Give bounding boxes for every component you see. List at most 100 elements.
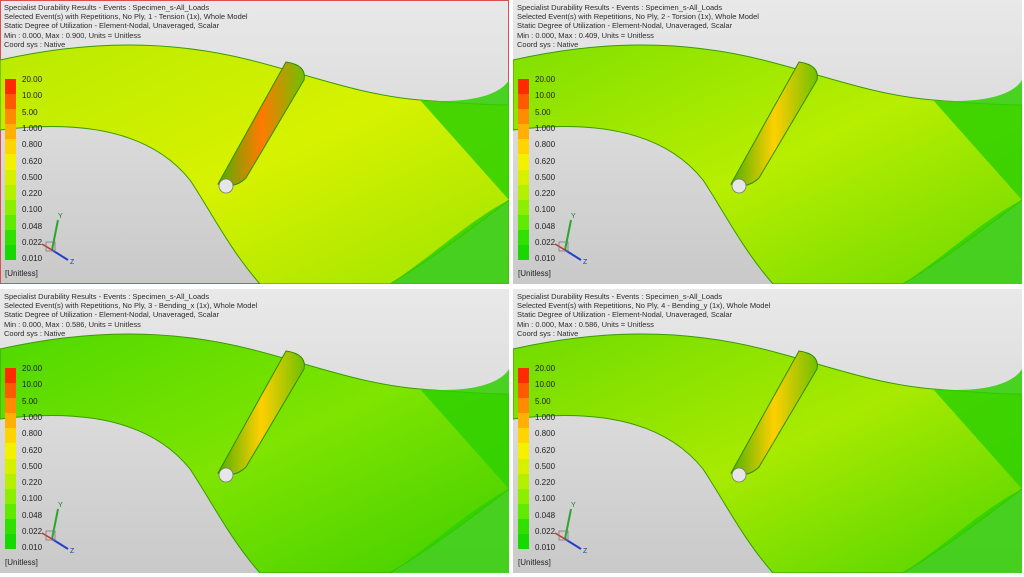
legend-swatch [518, 443, 529, 459]
header-line: Min : 0.000, Max : 0.900, Units = Unitle… [4, 30, 141, 40]
legend-swatch [518, 398, 529, 414]
legend-color-bar [5, 79, 16, 261]
header-line: Static Degree of Utilization - Element-N… [4, 21, 220, 31]
header-line: Specialist Durability Results - Events :… [517, 3, 723, 12]
legend-swatch [5, 443, 16, 459]
triad-y-label: Y [58, 213, 63, 220]
legend-swatch [518, 229, 529, 246]
viewport-bending-y[interactable]: Specialist Durability Results - Events :… [513, 289, 1022, 573]
groove-hole [218, 178, 234, 194]
legend-label: 1.000 [22, 412, 43, 422]
result-header: Specialist Durability Results - Events :… [4, 292, 257, 338]
legend-label: 0.620 [22, 445, 43, 455]
legend-label: 0.500 [22, 461, 43, 471]
legend-swatch [5, 533, 16, 550]
legend-swatch [5, 214, 16, 231]
legend-swatch [518, 488, 529, 505]
legend-swatch [518, 428, 529, 444]
header-line: Static Degree of Utilization - Element-N… [517, 21, 733, 31]
legend-label: 0.220 [535, 189, 556, 199]
viewport-torsion[interactable]: Specialist Durability Results - Events :… [513, 0, 1022, 284]
header-line: Coord sys : Native [517, 328, 579, 338]
viewport-bending-x[interactable]: Specialist Durability Results - Events :… [0, 289, 509, 573]
header-line: Min : 0.000, Max : 0.586, Units = Unitle… [517, 319, 654, 329]
legend-swatch [518, 94, 529, 110]
legend-color-bar [5, 368, 16, 550]
legend-color-bar [518, 368, 529, 550]
legend-label: 10.00 [22, 91, 43, 101]
groove-hole [218, 467, 234, 483]
legend-swatch [5, 109, 16, 125]
legend-unit: [Unitless] [5, 558, 38, 567]
coordinate-triad-icon: YZ [554, 502, 588, 555]
triad-z-label: Z [583, 548, 588, 555]
legend-swatch [518, 383, 529, 399]
legend-swatch [5, 184, 16, 201]
legend-swatch [518, 503, 529, 520]
legend-label: 1.000 [535, 412, 556, 422]
legend-label: 20.00 [535, 75, 556, 84]
legend-label: 0.220 [22, 478, 43, 488]
triad-z-label: Z [70, 548, 75, 555]
legend-label: 10.00 [535, 91, 556, 101]
legend-label: 0.500 [535, 461, 556, 471]
legend-label: 0.800 [535, 140, 556, 150]
legend-label: 10.00 [535, 380, 556, 390]
triad-y-label: Y [58, 502, 63, 509]
result-header: Specialist Durability Results - Events :… [517, 292, 770, 338]
legend-swatch [5, 503, 16, 520]
legend-label: 5.00 [22, 107, 38, 117]
triad-z-label: Z [583, 259, 588, 266]
legend-swatch [5, 458, 16, 475]
header-line: Selected Event(s) with Repetitions, No P… [4, 301, 258, 311]
legend-swatch [518, 199, 529, 216]
legend-swatch [518, 458, 529, 475]
header-line: Min : 0.000, Max : 0.409, Units = Unitle… [517, 30, 654, 40]
legend-swatch [518, 244, 529, 261]
legend-swatch [5, 368, 16, 384]
legend-swatch [518, 109, 529, 125]
legend-swatch [518, 214, 529, 231]
legend-swatch [518, 413, 529, 429]
legend-swatch [5, 79, 16, 95]
legend-swatch [5, 169, 16, 186]
legend-swatch [518, 518, 529, 535]
legend-swatch [5, 154, 16, 170]
result-header: Specialist Durability Results - Events :… [517, 3, 759, 49]
legend-label: 20.00 [22, 75, 43, 84]
legend-label: 0.220 [535, 478, 556, 488]
legend-swatch [5, 518, 16, 535]
legend-unit: [Unitless] [518, 269, 551, 278]
legend-unit: [Unitless] [5, 269, 38, 278]
header-line: Specialist Durability Results - Events :… [4, 292, 210, 301]
triad-z-label: Z [70, 259, 75, 266]
results-grid: Specialist Durability Results - Events :… [0, 0, 1024, 577]
legend-swatch [518, 533, 529, 550]
legend-swatch [5, 244, 16, 261]
legend-label: 1.000 [535, 123, 556, 133]
legend-color-bar [518, 79, 529, 261]
legend-swatch [518, 79, 529, 95]
legend-swatch [5, 398, 16, 414]
viewport-tension[interactable]: Specialist Durability Results - Events :… [0, 0, 509, 284]
legend-swatch [5, 413, 16, 429]
legend-swatch [518, 184, 529, 201]
header-line: Selected Event(s) with Repetitions, No P… [517, 12, 759, 22]
legend-label: 0.620 [535, 445, 556, 455]
legend-swatch [5, 124, 16, 140]
header-line: Coord sys : Native [517, 39, 579, 49]
legend-label: 0.500 [22, 172, 43, 182]
legend-label: 0.800 [22, 140, 43, 150]
header-line: Specialist Durability Results - Events :… [4, 3, 210, 12]
legend-label: 0.800 [22, 429, 43, 439]
legend-swatch [518, 169, 529, 186]
legend-label: 0.500 [535, 172, 556, 182]
legend-swatch [5, 488, 16, 505]
legend-label: 0.800 [535, 429, 556, 439]
legend-label: 5.00 [535, 107, 551, 117]
legend-swatch [518, 473, 529, 490]
legend-label: 0.220 [22, 189, 43, 199]
triad-y-label: Y [571, 502, 576, 509]
result-header: Specialist Durability Results - Events :… [4, 3, 248, 49]
header-line: Static Degree of Utilization - Element-N… [4, 310, 220, 320]
